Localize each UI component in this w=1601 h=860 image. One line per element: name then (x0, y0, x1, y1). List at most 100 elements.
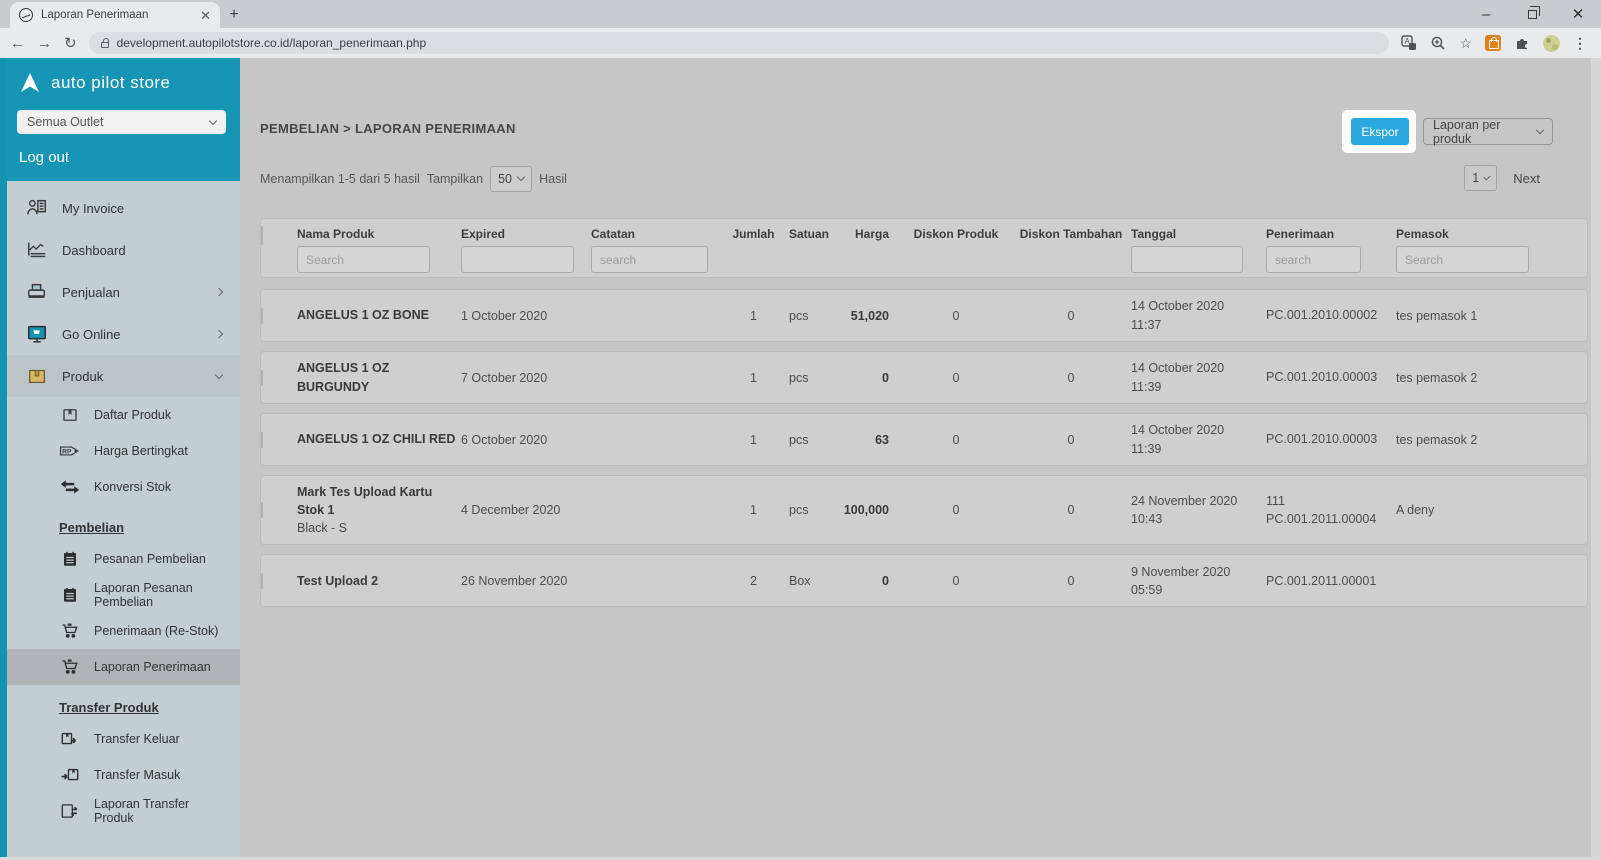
sidebar-item-label: Penerimaan (Re-Stok) (94, 624, 218, 638)
sidebar-item-pesanan-pembelian[interactable]: Pesanan Pembelian (7, 541, 240, 577)
outlet-select[interactable]: Semua Outlet (17, 110, 226, 134)
cell-satuan: pcs (781, 371, 836, 385)
profile-avatar[interactable] (1543, 35, 1560, 52)
online-store-icon (25, 323, 49, 345)
minimize-button[interactable]: – (1463, 0, 1509, 28)
sidebar-item-penerimaan-restok[interactable]: Penerimaan (Re-Stok) (7, 613, 240, 649)
table-row[interactable]: ANGELUS 1 OZ BURGUNDY 7 October 2020 1 p… (260, 351, 1588, 404)
pagination: 1 Next (1464, 165, 1540, 191)
logo-text: auto pilot store (51, 73, 171, 93)
cell-expired: 4 December 2020 (461, 503, 591, 517)
chevron-down-icon (517, 173, 525, 181)
cart-icon (59, 622, 81, 640)
chevron-right-icon (215, 330, 223, 338)
svg-text:RP: RP (62, 449, 72, 456)
cell-jumlah: 2 (726, 574, 781, 588)
row-checkbox[interactable] (261, 370, 263, 386)
browser-menu-icon[interactable]: ⋮ (1573, 36, 1587, 50)
table-row[interactable]: ANGELUS 1 OZ BONE 1 October 2020 1 pcs 5… (260, 289, 1588, 342)
restore-button[interactable] (1509, 0, 1555, 28)
sidebar-item-dashboard[interactable]: Dashboard (7, 229, 240, 271)
shop-extension-icon[interactable] (1485, 35, 1501, 51)
box-icon (59, 406, 81, 424)
row-checkbox[interactable] (261, 502, 263, 518)
logout-link[interactable]: Log out (17, 149, 226, 166)
new-tab-button[interactable]: + (220, 2, 248, 28)
cell-tanggal: 9 November 202005:59 (1131, 563, 1266, 599)
sidebar-item-label: Harga Bertingkat (94, 444, 188, 458)
tab-close-icon[interactable]: ✕ (200, 9, 211, 22)
section-header-transfer-produk: Transfer Produk (7, 685, 240, 721)
cell-expired: 26 November 2020 (461, 574, 591, 588)
sidebar-item-laporan-penerimaan[interactable]: Laporan Penerimaan (7, 649, 240, 685)
cell-satuan: pcs (781, 503, 836, 517)
cell-diskon-produk: 0 (901, 433, 1011, 447)
reload-icon[interactable]: ↻ (64, 36, 77, 51)
column-header-pemasok: Pemasok (1396, 227, 1546, 241)
page-number-select[interactable]: 1 (1464, 165, 1497, 191)
bookmark-star-icon[interactable]: ☆ (1459, 36, 1472, 50)
row-checkbox[interactable] (261, 308, 263, 324)
sidebar-item-daftar-produk[interactable]: Daftar Produk (7, 397, 240, 433)
export-button[interactable]: Ekspor (1351, 118, 1409, 145)
results-summary: Menampilkan 1-5 dari 5 hasil Tampilkan 5… (260, 165, 567, 192)
cell-expired: 7 October 2020 (461, 371, 591, 385)
filter-pemasok-input[interactable] (1396, 246, 1529, 273)
cell-penerimaan: PC.001.2011.00001 (1266, 572, 1396, 590)
report-type-select[interactable]: Laporan per produk (1423, 118, 1553, 145)
page-scrollbar[interactable] (1591, 58, 1601, 860)
sidebar-item-transfer-masuk[interactable]: Transfer Masuk (7, 757, 240, 793)
column-header-jumlah: Jumlah (726, 227, 781, 241)
address-bar[interactable]: development.autopilotstore.co.id/laporan… (89, 32, 1390, 54)
cell-nama-produk: ANGELUS 1 OZ CHILI RED (297, 430, 461, 448)
cell-diskon-tambahan: 0 (1011, 371, 1131, 385)
sidebar-item-label: Pesanan Pembelian (94, 552, 206, 566)
sidebar-item-penjualan[interactable]: Penjualan (7, 271, 240, 313)
table-row[interactable]: Mark Tes Upload Kartu Stok 1Black - S 4 … (260, 475, 1588, 545)
sidebar-item-laporan-pesanan-pembelian[interactable]: Laporan Pesanan Pembelian (7, 577, 240, 613)
back-icon[interactable]: ← (10, 36, 25, 51)
select-all-checkbox[interactable] (261, 226, 263, 245)
zoom-icon[interactable] (1430, 35, 1446, 51)
cell-diskon-tambahan: 0 (1011, 574, 1131, 588)
cell-nama-produk: ANGELUS 1 OZ BURGUNDY (297, 359, 461, 395)
next-page-link[interactable]: Next (1513, 171, 1540, 186)
filter-nama-produk-input[interactable] (297, 246, 430, 273)
table-row[interactable]: ANGELUS 1 OZ CHILI RED 6 October 2020 1 … (260, 413, 1588, 466)
cell-pemasok: tes pemasok 1 (1396, 309, 1546, 323)
sidebar-item-label: Produk (62, 369, 103, 384)
sidebar-item-harga-bertingkat[interactable]: RP Harga Bertingkat (7, 433, 240, 469)
page-number-value: 1 (1472, 171, 1479, 185)
chevron-down-icon (215, 370, 223, 378)
column-header-diskon-produk: Diskon Produk (901, 227, 1011, 241)
sidebar-item-my-invoice[interactable]: My Invoice (7, 187, 240, 229)
filter-penerimaan-input[interactable] (1266, 246, 1361, 273)
sidebar-item-konversi-stok[interactable]: Konversi Stok (7, 469, 240, 505)
table-row[interactable]: Test Upload 2 26 November 2020 2 Box 0 0… (260, 554, 1588, 607)
screen: Laporan Penerimaan ✕ + – ✕ ← → ↻ develop… (0, 0, 1601, 860)
filter-expired-input[interactable] (461, 246, 574, 273)
cell-penerimaan: PC.001.2010.00003 (1266, 430, 1396, 448)
cell-harga: 0 (836, 574, 901, 588)
page-size-value: 50 (498, 172, 512, 186)
row-checkbox[interactable] (261, 432, 263, 448)
filter-catatan-input[interactable] (591, 246, 708, 273)
filter-tanggal-input[interactable] (1131, 246, 1243, 273)
row-checkbox[interactable] (261, 573, 263, 589)
cell-pemasok: tes pemasok 2 (1396, 371, 1546, 385)
browser-tab[interactable]: Laporan Penerimaan ✕ (10, 2, 220, 28)
cash-register-icon (25, 281, 49, 303)
cell-tanggal: 14 October 202011:39 (1131, 359, 1266, 395)
cell-diskon-produk: 0 (901, 371, 1011, 385)
translate-icon[interactable]: A (1401, 35, 1417, 51)
sidebar-item-transfer-keluar[interactable]: Transfer Keluar (7, 721, 240, 757)
sidebar-item-go-online[interactable]: Go Online (7, 313, 240, 355)
page-size-select[interactable]: 50 (490, 166, 532, 192)
sidebar-item-produk[interactable]: Produk (7, 355, 240, 397)
sidebar-item-label: Laporan Pesanan Pembelian (94, 581, 222, 609)
close-button[interactable]: ✕ (1555, 0, 1601, 28)
extensions-puzzle-icon[interactable] (1514, 35, 1530, 51)
sidebar-item-label: My Invoice (62, 201, 124, 216)
forward-icon[interactable]: → (37, 36, 52, 51)
sidebar-item-laporan-transfer-produk[interactable]: Laporan Transfer Produk (7, 793, 240, 829)
